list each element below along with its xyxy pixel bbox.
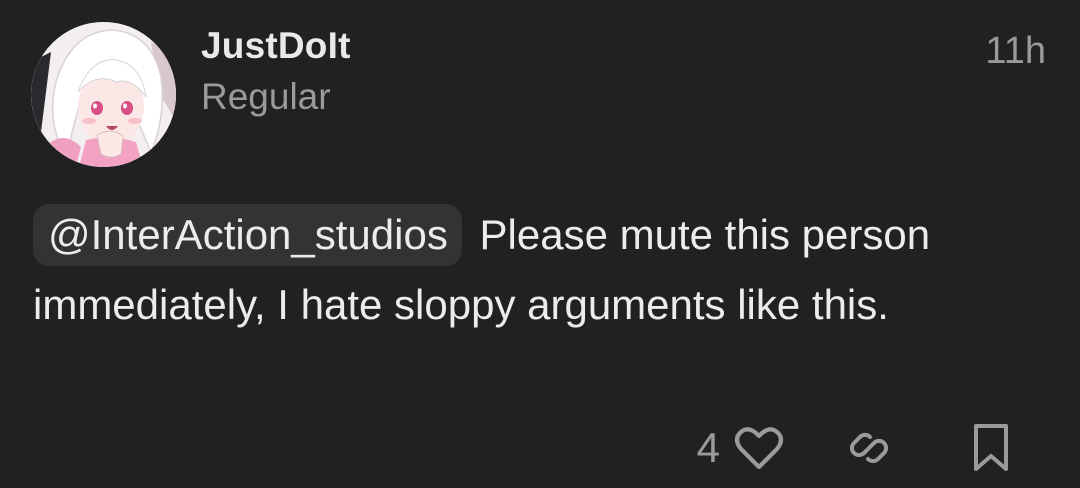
author-role: Regular <box>201 76 331 117</box>
post-body: @InterAction_studios Please mute this pe… <box>33 200 1043 340</box>
heart-icon[interactable] <box>734 425 784 471</box>
like-count: 4 <box>696 424 720 471</box>
author-name[interactable]: JustDoIt <box>201 25 351 67</box>
avatar[interactable] <box>31 22 176 167</box>
post-actions: 4 <box>697 420 1010 476</box>
avatar-image <box>31 22 176 167</box>
post-timestamp: 11h <box>985 30 1046 72</box>
post-card: JustDoIt Regular 11h @InterAction_studio… <box>0 0 1080 488</box>
link-icon[interactable] <box>846 425 892 471</box>
bookmark-icon[interactable] <box>972 423 1010 473</box>
mention-tag[interactable]: @InterAction_studios <box>33 204 462 266</box>
